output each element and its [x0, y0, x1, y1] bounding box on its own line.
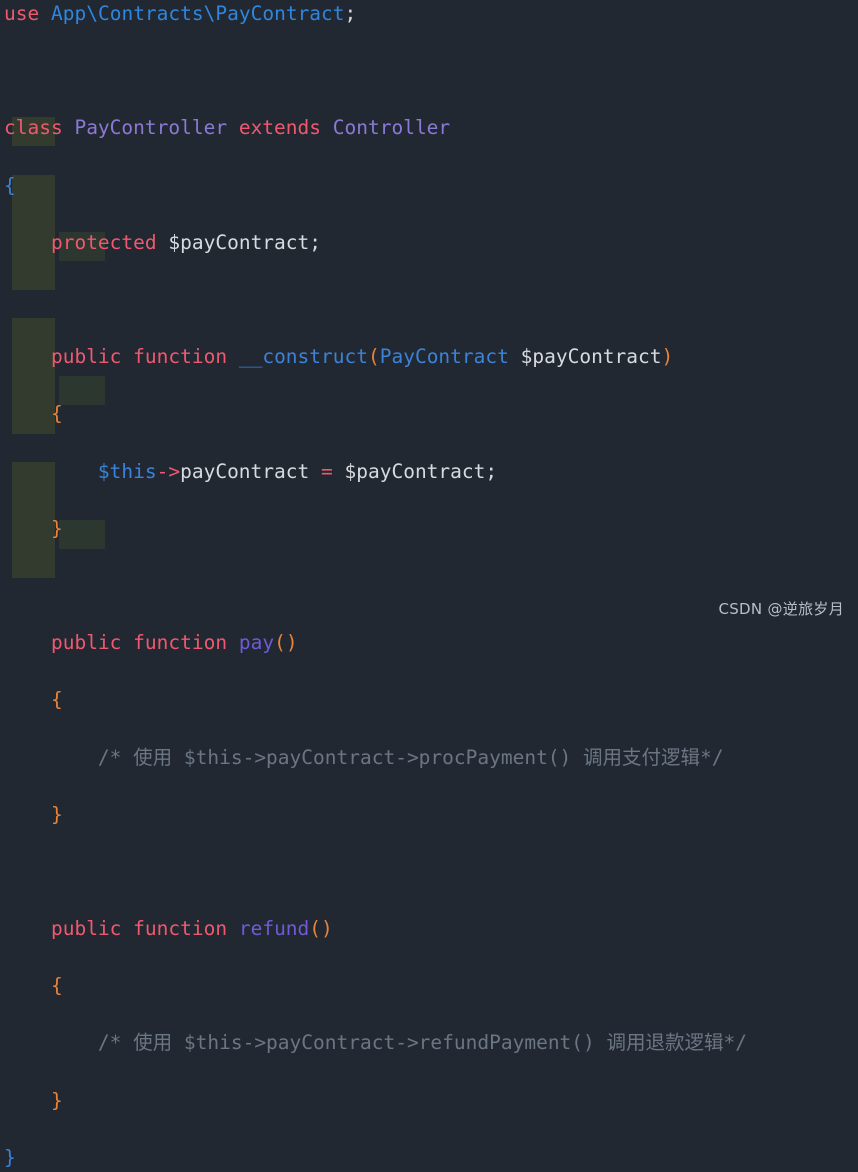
code-line: {	[0, 172, 858, 201]
token-class-name: PayController	[74, 116, 228, 140]
token-method-construct: __construct	[238, 345, 368, 369]
token-comment-pay: /* 使用 $this->payContract->procPayment() …	[97, 745, 724, 769]
token-class-open-brace: {	[4, 173, 16, 197]
token-semicolon: ;	[485, 459, 498, 483]
token-keyword-protected: protected	[50, 230, 157, 254]
token-paren-open: (	[367, 345, 380, 369]
code-line: }	[0, 1144, 858, 1172]
code-line: {	[0, 686, 858, 715]
code-line: }	[0, 515, 858, 544]
token-semicolon: ;	[309, 230, 322, 254]
code-editor: use App\Contracts\PayContract; class Pay…	[0, 0, 858, 1169]
code-line: public function __construct(PayContract …	[0, 343, 858, 372]
token-comment-refund: /* 使用 $this->payContract->refundPayment(…	[97, 1031, 748, 1055]
token-keyword-function: function	[133, 631, 228, 655]
code-surface[interactable]: use App\Contracts\PayContract; class Pay…	[0, 0, 858, 1169]
code-line: {	[0, 972, 858, 1001]
token-keyword-function: function	[133, 917, 228, 941]
code-line: protected $payContract;	[0, 229, 858, 258]
token-object-arrow: ->	[156, 459, 181, 483]
token-parent-class-name: Controller	[332, 116, 451, 140]
token-parens: ()	[309, 917, 333, 941]
code-line: }	[0, 1087, 858, 1116]
token-namespace-contracts: Contracts	[97, 2, 204, 25]
token-method-close-brace: }	[50, 516, 63, 540]
token-keyword-class: class	[4, 116, 63, 140]
code-line: $this->payContract = $payContract;	[0, 458, 858, 487]
token-variable-paycontract: $payContract	[344, 459, 486, 483]
code-line: /* 使用 $this->payContract->procPayment() …	[0, 744, 858, 773]
token-method-open-brace: {	[50, 402, 63, 426]
token-property-paycontract: $payContract	[168, 230, 310, 254]
watermark-label: CSDN @逆旅岁月	[718, 600, 844, 618]
code-text-layer: use App\Contracts\PayContract; class Pay…	[0, 0, 858, 1169]
code-line: public function refund()	[0, 915, 858, 944]
token-namespace-separator: \	[86, 2, 98, 25]
code-line: use App\Contracts\PayContract;	[0, 0, 858, 29]
token-keyword-function: function	[133, 345, 228, 369]
token-paren-close: )	[661, 345, 674, 369]
token-method-close-brace: }	[50, 802, 63, 826]
token-semicolon: ;	[344, 2, 357, 25]
token-namespace-separator: \	[203, 2, 216, 25]
token-method-close-brace: }	[50, 1088, 63, 1112]
token-method-refund: refund	[238, 917, 310, 941]
token-parens: ()	[274, 631, 298, 655]
code-line: class PayController extends Controller	[0, 114, 858, 143]
token-method-open-brace: {	[50, 974, 63, 998]
token-param-paycontract: $payContract	[520, 345, 662, 369]
token-keyword-extends: extends	[238, 116, 322, 140]
token-keyword-public: public	[50, 345, 122, 369]
token-method-open-brace: {	[50, 688, 63, 712]
token-keyword-public: public	[50, 631, 122, 655]
code-line: }	[0, 801, 858, 830]
token-namespace-paycontract: PayContract	[215, 2, 345, 25]
token-method-pay: pay	[238, 631, 275, 655]
token-keyword-public: public	[50, 917, 122, 941]
token-class-close-brace: }	[4, 1145, 16, 1169]
code-line: public function pay()	[0, 629, 858, 658]
token-this: $this	[97, 459, 157, 483]
token-namespace-app: App	[50, 2, 87, 25]
code-line: /* 使用 $this->payContract->refundPayment(…	[0, 1029, 858, 1058]
token-assign-operator: =	[321, 459, 333, 483]
token-typehint-paycontract: PayContract	[379, 345, 509, 369]
code-line: {	[0, 400, 858, 429]
token-keyword-use: use	[4, 2, 40, 25]
token-property-access: payContract	[180, 459, 310, 483]
